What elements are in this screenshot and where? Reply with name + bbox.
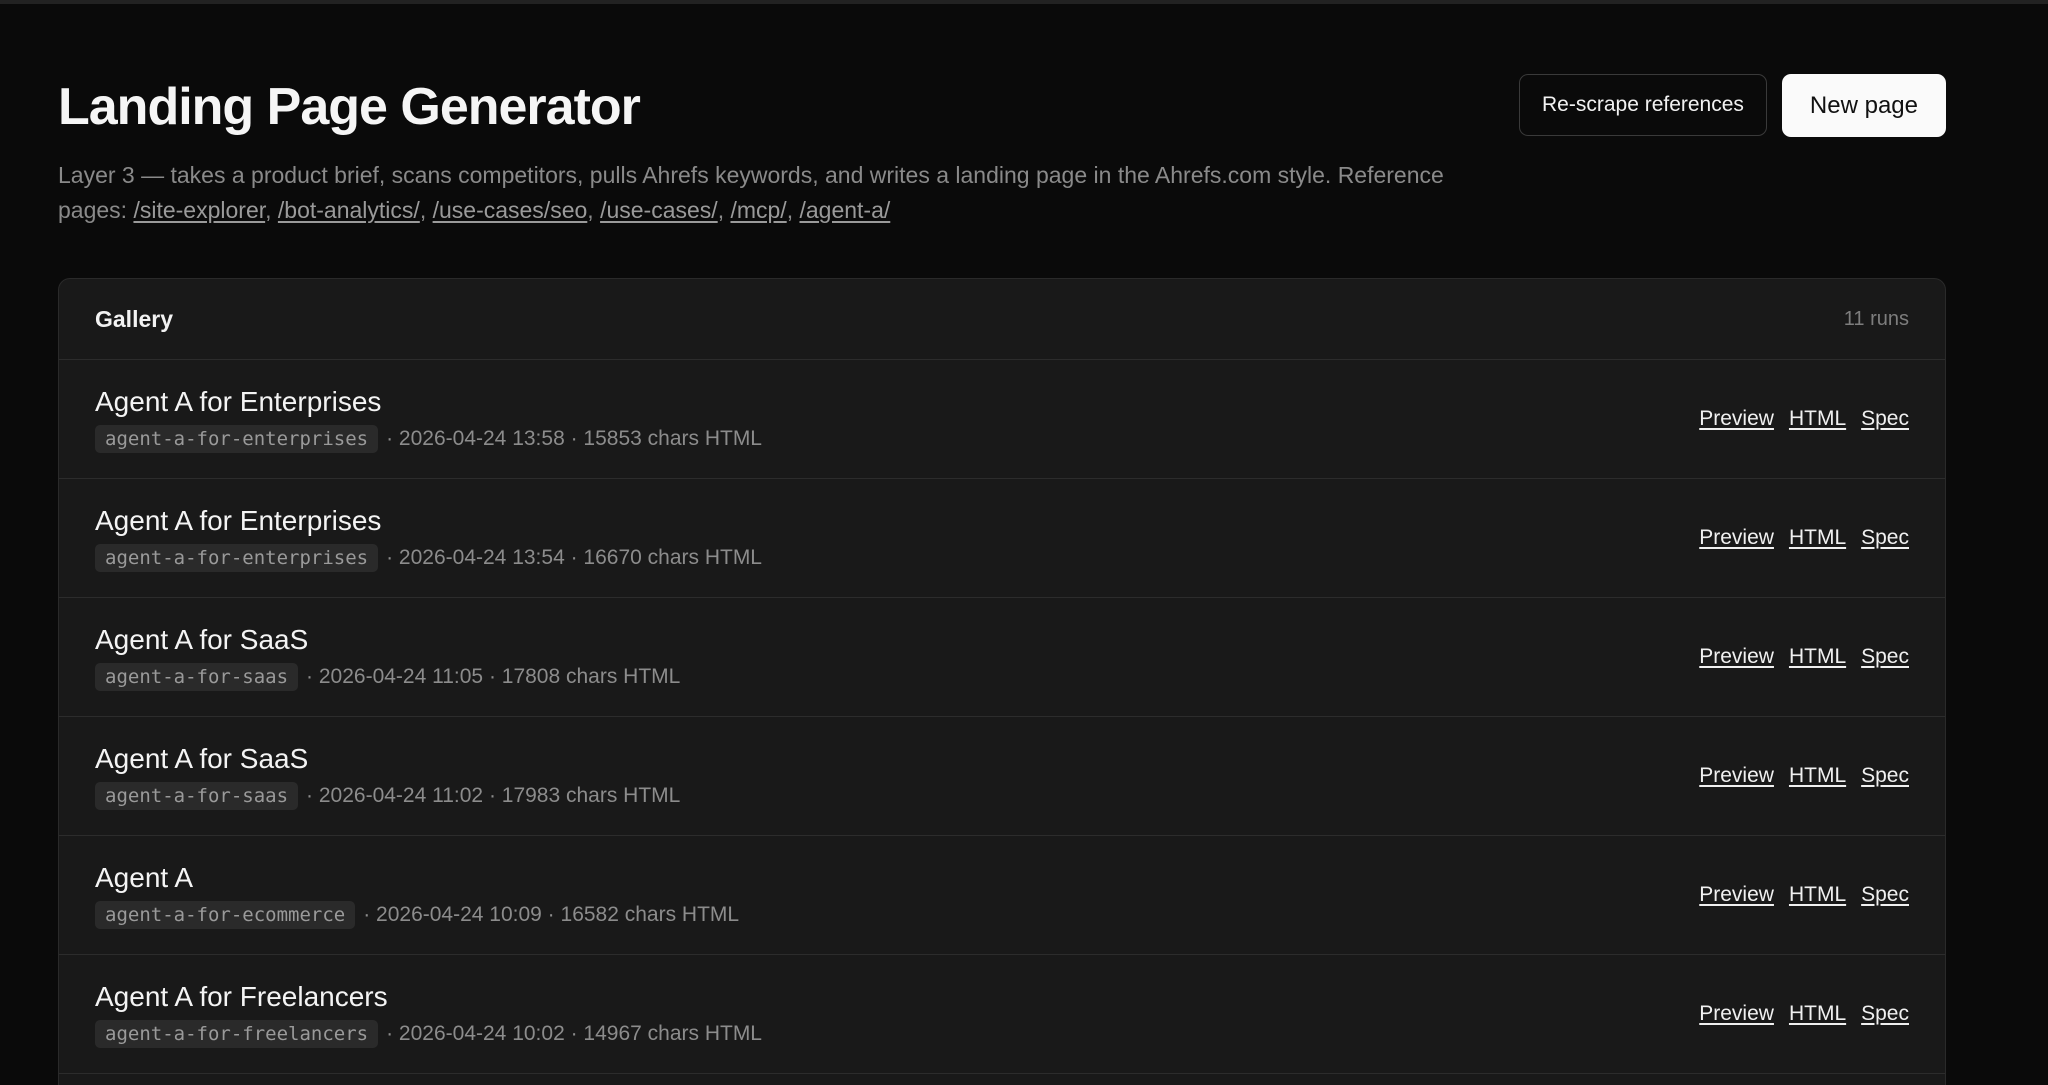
html-link[interactable]: HTML	[1789, 645, 1846, 669]
spec-link[interactable]: Spec	[1861, 764, 1909, 788]
reference-link-use-cases[interactable]: /use-cases/	[600, 197, 718, 223]
preview-link[interactable]: Preview	[1699, 883, 1774, 907]
row-slug: agent-a-for-ecommerce	[95, 901, 356, 929]
preview-link[interactable]: Preview	[1699, 645, 1774, 669]
gallery-row: Agent A for SaaS agent-a-for-saas · 2026-…	[59, 598, 1945, 717]
row-info: Agent A for SaaS agent-a-for-saas · 2026-…	[95, 742, 680, 810]
row-links: Preview HTML Spec	[1699, 883, 1909, 907]
gallery-title: Gallery	[95, 305, 173, 332]
gallery-panel: Gallery 11 runs Agent A for Enterprises …	[58, 278, 1946, 1085]
row-title: Agent A for Freelancers	[95, 981, 388, 1012]
row-meta: agent-a-for-saas · 2026-04-24 11:05 · 178…	[95, 663, 680, 691]
gallery-header: Gallery 11 runs	[59, 279, 1945, 360]
html-link[interactable]: HTML	[1789, 526, 1846, 550]
gallery-row: Agent A for Enterprises agent-a-for-ente…	[59, 479, 1945, 598]
header-actions: Re-scrape references New page	[1519, 74, 1946, 137]
rescrape-references-button[interactable]: Re-scrape references	[1519, 74, 1767, 136]
row-slug: agent-a-for-enterprises	[95, 544, 379, 572]
html-link[interactable]: HTML	[1789, 1002, 1846, 1026]
preview-link[interactable]: Preview	[1699, 764, 1774, 788]
gallery-row: Agent A for SaaS agent-a-for-saas · 2026-…	[59, 717, 1945, 836]
row-details: · 2026-04-24 13:54 · 16670 chars HTML	[386, 546, 762, 569]
row-title: Agent A for Enterprises	[95, 386, 382, 417]
new-page-button[interactable]: New page	[1781, 74, 1946, 137]
row-details: · 2026-04-24 11:05 · 17808 chars HTML	[306, 665, 681, 688]
gallery-row: Agent A for Freelancers agent-a-for-free…	[59, 955, 1945, 1074]
top-divider	[0, 0, 2048, 4]
row-title: Agent A for Enterprises	[95, 505, 382, 536]
row-links: Preview HTML Spec	[1699, 526, 1909, 550]
row-meta: agent-a-for-enterprises · 2026-04-24 13:5…	[95, 425, 762, 453]
row-meta: agent-a-for-saas · 2026-04-24 11:02 · 179…	[95, 782, 680, 810]
preview-link[interactable]: Preview	[1699, 407, 1774, 431]
reference-link-agent-a[interactable]: /agent-a/	[799, 197, 890, 223]
row-title: Agent A	[95, 862, 194, 893]
row-details: · 2026-04-24 11:02 · 17983 chars HTML	[306, 784, 681, 807]
row-details: · 2026-04-24 13:58 · 15853 chars HTML	[386, 427, 762, 450]
row-slug: agent-a-for-freelancers	[95, 1020, 379, 1048]
row-slug: agent-a-for-enterprises	[95, 425, 379, 453]
row-info: Agent A for SaaS agent-a-for-saas · 2026-…	[95, 623, 680, 691]
row-title: Agent A for SaaS	[95, 624, 309, 655]
reference-link-bot-analytics[interactable]: /bot-analytics/	[278, 197, 420, 223]
gallery-row: Agent A agent-a-for-ecommerce · 2026-04-2…	[59, 836, 1945, 955]
reference-link-site-explorer[interactable]: /site-explorer	[133, 197, 265, 223]
html-link[interactable]: HTML	[1789, 883, 1846, 907]
row-info: Agent A for Enterprises agent-a-for-ente…	[95, 504, 762, 572]
spec-link[interactable]: Spec	[1861, 883, 1909, 907]
row-links: Preview HTML Spec	[1699, 407, 1909, 431]
row-info: Agent A for Freelancers agent-a-for-free…	[95, 980, 762, 1048]
preview-link[interactable]: Preview	[1699, 1002, 1774, 1026]
reference-link-mcp[interactable]: /mcp/	[730, 197, 786, 223]
row-details: · 2026-04-24 10:09 · 16582 chars HTML	[363, 903, 740, 926]
page-subtitle: Layer 3 — takes a product brief, scans c…	[58, 162, 1444, 223]
html-link[interactable]: HTML	[1789, 764, 1846, 788]
row-title: Agent A for SaaS	[95, 743, 309, 774]
row-links: Preview HTML Spec	[1699, 764, 1909, 788]
row-links: Preview HTML Spec	[1699, 645, 1909, 669]
row-slug: agent-a-for-saas	[95, 663, 299, 691]
gallery-row: Agent A for Enterprises agent-a-for-ente…	[59, 360, 1945, 479]
row-slug: agent-a-for-saas	[95, 782, 299, 810]
run-count: 11 runs	[1843, 307, 1909, 330]
html-link[interactable]: HTML	[1789, 407, 1846, 431]
row-meta: agent-a-for-freelancers · 2026-04-24 10:0…	[95, 1020, 762, 1048]
page: Landing Page Generator Layer 3 — takes a…	[0, 0, 2048, 1085]
row-info: Agent A for Enterprises agent-a-for-ente…	[95, 385, 762, 453]
spec-link[interactable]: Spec	[1861, 645, 1909, 669]
row-meta: agent-a-for-ecommerce · 2026-04-24 10:09 …	[95, 901, 739, 929]
row-info: Agent A agent-a-for-ecommerce · 2026-04-2…	[95, 861, 739, 929]
spec-link[interactable]: Spec	[1861, 526, 1909, 550]
preview-link[interactable]: Preview	[1699, 526, 1774, 550]
reference-link-use-cases-seo[interactable]: /use-cases/seo	[433, 197, 588, 223]
row-details: · 2026-04-24 10:02 · 14967 chars HTML	[386, 1022, 762, 1045]
row-links: Preview HTML Spec	[1699, 1002, 1909, 1026]
page-header: Landing Page Generator Layer 3 — takes a…	[58, 74, 1946, 228]
row-meta: agent-a-for-enterprises · 2026-04-24 13:5…	[95, 544, 762, 572]
spec-link[interactable]: Spec	[1861, 407, 1909, 431]
spec-link[interactable]: Spec	[1861, 1002, 1909, 1026]
